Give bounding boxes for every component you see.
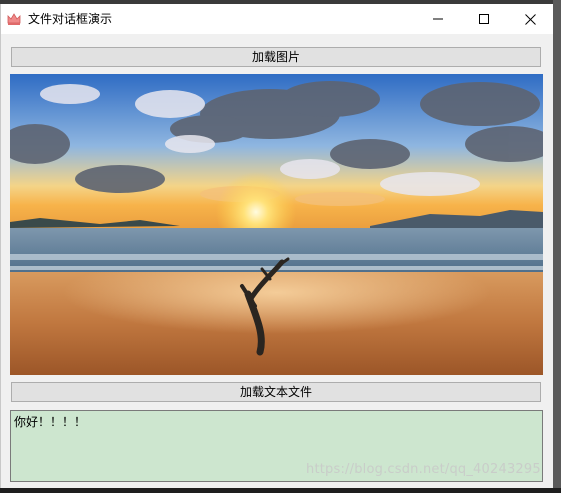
app-window: 文件对话框演示 加载图片 加载文本文件 你好！！！！ [0,4,553,493]
beach-sunset-image [10,74,543,375]
title-bar[interactable]: 文件对话框演示 [1,4,553,34]
image-display [10,74,543,375]
desktop-edge [553,0,561,493]
maximize-button[interactable] [461,4,507,34]
close-icon [524,13,536,25]
load-image-button[interactable]: 加载图片 [11,47,541,67]
minimize-button[interactable] [415,4,461,34]
window-title: 文件对话框演示 [28,12,113,26]
close-button[interactable] [507,4,553,34]
taskbar-edge [0,488,561,493]
load-text-button[interactable]: 加载文本文件 [11,382,541,402]
maximize-icon [479,14,489,24]
minimize-icon [433,18,443,20]
crown-icon [7,13,21,25]
watermark-text: https://blog.csdn.net/qq_40243295 [306,462,541,477]
